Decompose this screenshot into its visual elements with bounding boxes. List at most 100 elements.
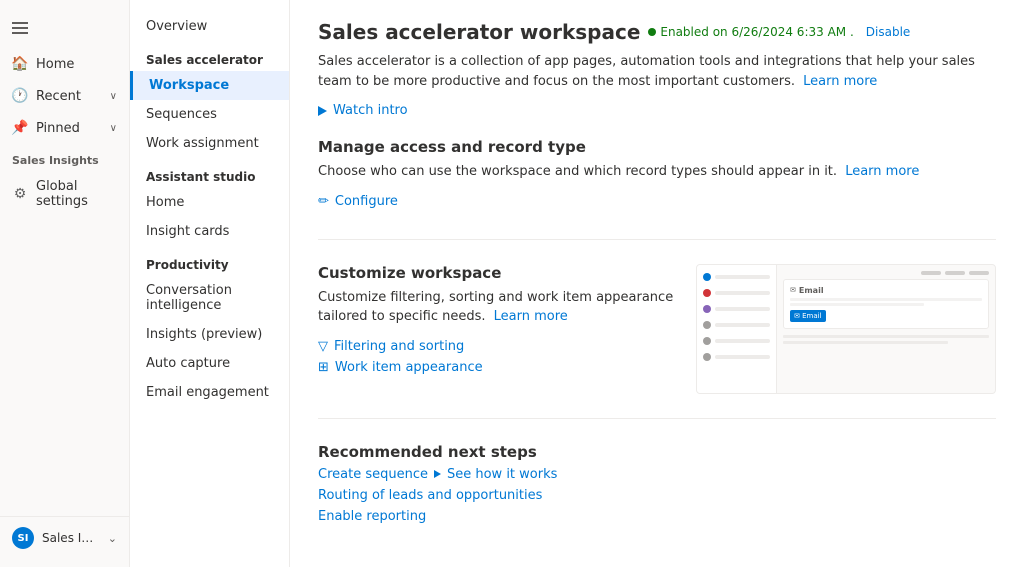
- avatar: SI: [12, 527, 34, 549]
- preview-card-title: ✉ Email: [790, 286, 982, 295]
- preview-card-line-1: [790, 298, 982, 301]
- sidebar-item-assistant-home[interactable]: Home: [130, 188, 289, 217]
- learn-more-link-desc[interactable]: Learn more: [803, 74, 877, 89]
- preview-list-item-3: [697, 301, 776, 317]
- page-description: Sales accelerator is a collection of app…: [318, 52, 996, 91]
- customize-row: Customize workspace Customize filtering,…: [318, 264, 996, 394]
- main-content: Sales accelerator workspace Enabled on 6…: [290, 0, 1024, 567]
- nav-item-global-settings[interactable]: ⚙ Global settings: [0, 171, 129, 217]
- preview-right-panel: ✉ Email ✉ Email: [777, 265, 995, 393]
- customize-learn-more[interactable]: Learn more: [494, 309, 568, 324]
- bottom-item-label: Sales Insights sett...: [42, 531, 100, 545]
- sidebar-item-conversation-intelligence[interactable]: Conversation intelligence: [130, 276, 289, 320]
- preview-list: [697, 265, 777, 393]
- sidebar-item-overview[interactable]: Overview: [130, 12, 289, 41]
- preview-extra-line-2: [783, 341, 948, 344]
- sidebar-item-insight-cards[interactable]: Insight cards: [130, 217, 289, 246]
- pinned-icon: 📌: [12, 120, 28, 136]
- configure-button[interactable]: ✏ Configure: [318, 194, 996, 209]
- nav-pinned-label: Pinned: [36, 121, 102, 136]
- customize-workspace-title: Customize workspace: [318, 264, 680, 282]
- manage-access-title: Manage access and record type: [318, 138, 996, 156]
- sidebar-item-email-engagement[interactable]: Email engagement: [130, 378, 289, 407]
- preview-list-item-6: [697, 349, 776, 365]
- sidebar-assistant-studio-section: Assistant studio: [130, 158, 289, 188]
- home-icon: 🏠: [12, 56, 28, 72]
- status-dot-icon: [648, 28, 656, 36]
- bottom-item-chevron-icon: ⌄: [108, 532, 117, 545]
- preview-line-5: [715, 339, 770, 343]
- sidebar-item-sequences[interactable]: Sequences: [130, 100, 289, 129]
- routing-link[interactable]: Routing of leads and opportunities: [318, 488, 996, 503]
- preview-line-3: [715, 307, 770, 311]
- preview-dot-gray-2: [703, 337, 711, 345]
- hamburger-button[interactable]: [0, 8, 129, 48]
- preview-line-6: [715, 355, 770, 359]
- pencil-icon: ✏: [318, 194, 329, 209]
- customize-left: Customize workspace Customize filtering,…: [318, 264, 680, 381]
- preview-line-2: [715, 291, 770, 295]
- enable-reporting-link[interactable]: Enable reporting: [318, 509, 996, 524]
- pinned-chevron-icon: ∨: [110, 123, 117, 134]
- page-header: Sales accelerator workspace Enabled on 6…: [318, 20, 996, 44]
- create-sequence-link[interactable]: Create sequence: [318, 467, 428, 482]
- nav-item-pinned[interactable]: 📌 Pinned ∨: [0, 112, 129, 144]
- left-nav: 🏠 Home 🕐 Recent ∨ 📌 Pinned ∨ Sales Insig…: [0, 0, 130, 567]
- preview-dot-gray-3: [703, 353, 711, 361]
- preview-line-4: [715, 323, 770, 327]
- customize-workspace-section: Customize workspace Customize filtering,…: [318, 264, 996, 419]
- bottom-settings-item[interactable]: SI Sales Insights sett... ⌄: [0, 517, 129, 559]
- preview-dot-blue: [703, 273, 711, 281]
- bottom-nav: SI Sales Insights sett... ⌄: [0, 516, 129, 559]
- watch-intro-button[interactable]: Watch intro: [318, 103, 996, 118]
- preview-dot-red: [703, 289, 711, 297]
- preview-card-line-2: [790, 303, 924, 306]
- sidebar: Overview Sales accelerator Workspace Seq…: [130, 0, 290, 567]
- customize-workspace-description: Customize filtering, sorting and work it…: [318, 288, 680, 327]
- filtering-sorting-button[interactable]: ▽ Filtering and sorting: [318, 339, 680, 354]
- recommended-next-steps-section: Recommended next steps Create sequence S…: [318, 443, 996, 548]
- global-settings-label: Global settings: [36, 179, 117, 209]
- preview-email-button: ✉ Email: [790, 310, 826, 322]
- page-title: Sales accelerator workspace: [318, 20, 640, 44]
- next-steps-links: Create sequence See how it works Routing…: [318, 467, 996, 524]
- preview-list-item-5: [697, 333, 776, 349]
- sidebar-item-insights-preview[interactable]: Insights (preview): [130, 320, 289, 349]
- preview-extra-lines: [783, 335, 989, 344]
- see-how-link[interactable]: See how it works: [447, 467, 557, 482]
- preview-dot-gray-1: [703, 321, 711, 329]
- recent-chevron-icon: ∨: [110, 91, 117, 102]
- status-badge: Enabled on 6/26/2024 6:33 AM .: [648, 25, 853, 39]
- recent-icon: 🕐: [12, 88, 28, 104]
- nav-home-label: Home: [36, 57, 117, 72]
- sidebar-productivity-section: Productivity: [130, 246, 289, 276]
- nav-item-home[interactable]: 🏠 Home: [0, 48, 129, 80]
- preview-action-1: [921, 271, 941, 275]
- preview-list-item-2: [697, 285, 776, 301]
- sales-insights-section-label: Sales Insights: [0, 144, 129, 171]
- work-item-appearance-button[interactable]: ⊞ Work item appearance: [318, 360, 680, 375]
- preview-action-2: [945, 271, 965, 275]
- disable-link[interactable]: Disable: [866, 25, 911, 39]
- sidebar-item-work-assignment[interactable]: Work assignment: [130, 129, 289, 158]
- preview-list-item-1: [697, 269, 776, 285]
- manage-access-section: Manage access and record type Choose who…: [318, 138, 996, 240]
- play-icon: [318, 106, 327, 116]
- status-text: Enabled on 6/26/2024 6:33 AM .: [660, 25, 853, 39]
- small-play-icon: [434, 470, 441, 478]
- nav-item-recent[interactable]: 🕐 Recent ∨: [0, 80, 129, 112]
- preview-action-3: [969, 271, 989, 275]
- next-steps-title: Recommended next steps: [318, 443, 996, 461]
- customize-preview: ✉ Email ✉ Email: [696, 264, 996, 394]
- gear-icon: ⚙: [12, 186, 28, 202]
- sidebar-item-workspace[interactable]: Workspace: [130, 71, 289, 100]
- preview-dot-purple: [703, 305, 711, 313]
- sidebar-item-auto-capture[interactable]: Auto capture: [130, 349, 289, 378]
- create-sequence-row: Create sequence See how it works: [318, 467, 996, 482]
- manage-access-description: Choose who can use the workspace and whi…: [318, 162, 996, 182]
- preview-extra-line-1: [783, 335, 989, 338]
- grid-icon: ⊞: [318, 360, 329, 375]
- sidebar-sales-accelerator-section: Sales accelerator: [130, 41, 289, 71]
- manage-access-learn-more[interactable]: Learn more: [845, 164, 919, 179]
- filter-icon: ▽: [318, 339, 328, 354]
